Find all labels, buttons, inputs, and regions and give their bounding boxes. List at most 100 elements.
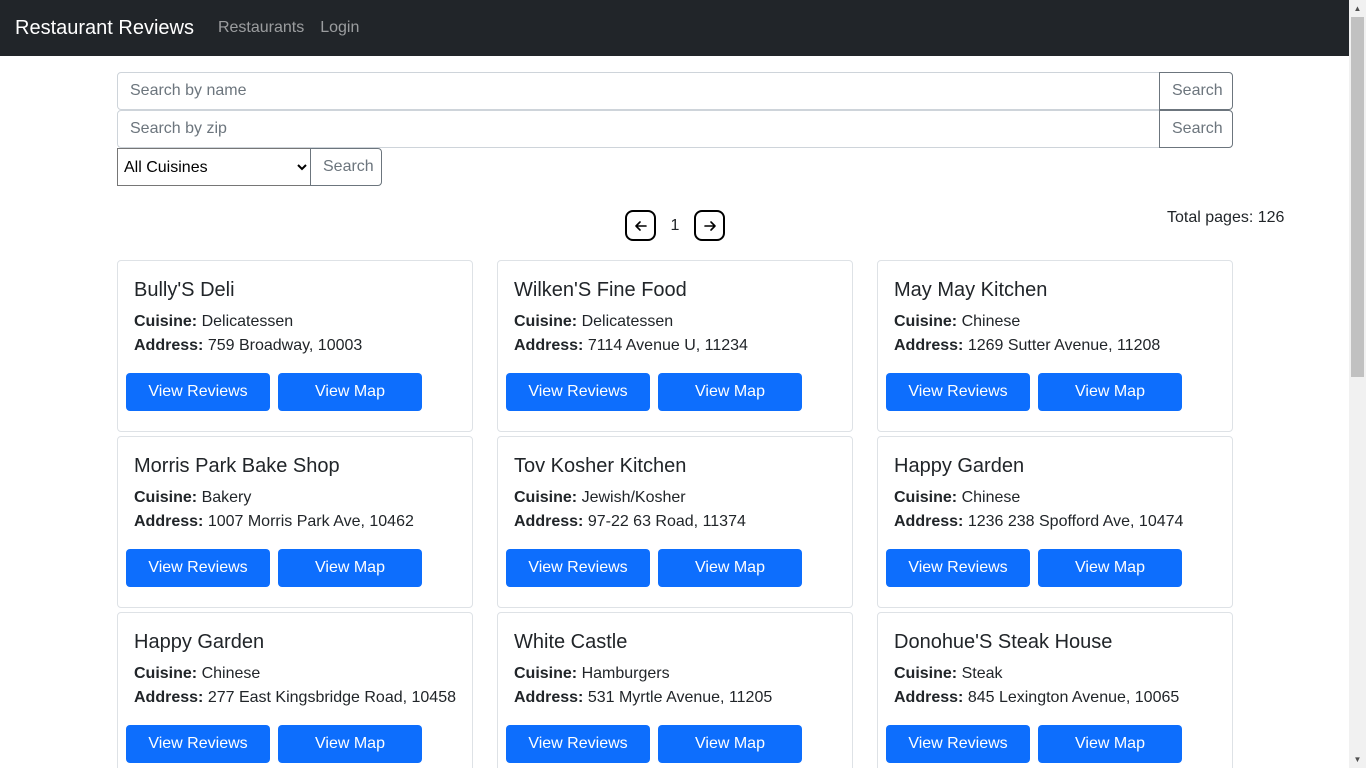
view-map-button[interactable]: View Map xyxy=(278,725,422,763)
cuisine-select[interactable]: All Cuisines xyxy=(117,148,311,186)
cuisine-line: Cuisine: Hamburgers xyxy=(514,665,670,683)
arrow-left-icon xyxy=(634,220,647,231)
address-value: 7114 Avenue U, 11234 xyxy=(587,337,748,354)
view-map-button[interactable]: View Map xyxy=(1038,725,1182,763)
cuisine-label: Cuisine: xyxy=(894,313,958,330)
address-line: Address: 1269 Sutter Avenue, 11208 xyxy=(894,337,1160,355)
cuisine-line: Cuisine: Steak xyxy=(894,665,1003,683)
address-line: Address: 97-22 63 Road, 11374 xyxy=(514,513,746,531)
restaurant-card: Happy Garden Cuisine: Chinese Address: 2… xyxy=(117,612,473,768)
prev-page-button[interactable] xyxy=(625,210,656,241)
restaurant-card: Bully'S Deli Cuisine: Delicatessen Addre… xyxy=(117,260,473,432)
address-line: Address: 277 East Kingsbridge Road, 1045… xyxy=(134,689,456,707)
cuisine-value: Bakery xyxy=(201,489,252,506)
cuisine-value: Jewish/Kosher xyxy=(581,489,686,506)
restaurant-card: May May Kitchen Cuisine: Chinese Address… xyxy=(877,260,1233,432)
cuisine-line: Cuisine: Chinese xyxy=(894,313,1020,331)
scrollbar[interactable]: ▲ ▼ xyxy=(1349,0,1366,768)
view-reviews-button[interactable]: View Reviews xyxy=(506,725,650,763)
restaurant-card: Happy Garden Cuisine: Chinese Address: 1… xyxy=(877,436,1233,608)
view-map-button[interactable]: View Map xyxy=(658,725,802,763)
address-label: Address: xyxy=(894,337,964,354)
cuisine-line: Cuisine: Chinese xyxy=(134,665,260,683)
address-value: 97-22 63 Road, 11374 xyxy=(587,513,746,530)
address-line: Address: 1236 238 Spofford Ave, 10474 xyxy=(894,513,1183,531)
cuisine-label: Cuisine: xyxy=(134,489,198,506)
scroll-down-arrow-icon[interactable]: ▼ xyxy=(1349,751,1366,768)
address-label: Address: xyxy=(514,513,584,530)
search-name-button[interactable]: Search xyxy=(1159,72,1233,110)
address-line: Address: 531 Myrtle Avenue, 11205 xyxy=(514,689,772,707)
address-line: Address: 7114 Avenue U, 11234 xyxy=(514,337,748,355)
address-label: Address: xyxy=(894,513,964,530)
restaurant-name: Wilken'S Fine Food xyxy=(514,279,687,301)
view-map-button[interactable]: View Map xyxy=(658,549,802,587)
total-pages: Total pages: 126 xyxy=(1167,209,1285,226)
cuisine-line: Cuisine: Jewish/Kosher xyxy=(514,489,686,507)
scroll-thumb[interactable] xyxy=(1351,17,1364,377)
cuisine-value: Chinese xyxy=(201,665,261,682)
pagination: 1 xyxy=(625,210,725,241)
view-reviews-button[interactable]: View Reviews xyxy=(126,725,270,763)
restaurant-name: May May Kitchen xyxy=(894,279,1048,301)
cuisine-group: All Cuisines Search xyxy=(117,148,382,186)
cuisine-line: Cuisine: Bakery xyxy=(134,489,251,507)
address-value: 1269 Sutter Avenue, 11208 xyxy=(967,337,1161,354)
address-value: 1236 238 Spofford Ave, 10474 xyxy=(967,513,1184,530)
address-value: 531 Myrtle Avenue, 11205 xyxy=(587,689,773,706)
restaurant-name: White Castle xyxy=(514,631,628,653)
view-reviews-button[interactable]: View Reviews xyxy=(126,373,270,411)
nav-link-login[interactable]: Login xyxy=(320,19,359,37)
view-reviews-button[interactable]: View Reviews xyxy=(126,549,270,587)
address-label: Address: xyxy=(514,337,584,354)
cuisine-line: Cuisine: Chinese xyxy=(894,489,1020,507)
address-label: Address: xyxy=(894,689,964,706)
restaurant-name: Morris Park Bake Shop xyxy=(134,455,340,477)
cuisine-line: Cuisine: Delicatessen xyxy=(514,313,673,331)
nav-link-restaurants[interactable]: Restaurants xyxy=(218,19,304,37)
cuisine-label: Cuisine: xyxy=(514,313,578,330)
address-label: Address: xyxy=(514,689,584,706)
view-map-button[interactable]: View Map xyxy=(278,549,422,587)
cuisine-label: Cuisine: xyxy=(134,665,198,682)
view-reviews-button[interactable]: View Reviews xyxy=(886,549,1030,587)
view-reviews-button[interactable]: View Reviews xyxy=(886,373,1030,411)
view-reviews-button[interactable]: View Reviews xyxy=(506,549,650,587)
address-label: Address: xyxy=(134,513,204,530)
scroll-up-arrow-icon[interactable]: ▲ xyxy=(1349,0,1366,17)
restaurant-card: Morris Park Bake Shop Cuisine: Bakery Ad… xyxy=(117,436,473,608)
view-map-button[interactable]: View Map xyxy=(658,373,802,411)
address-value: 277 East Kingsbridge Road, 10458 xyxy=(207,689,456,706)
search-zip-input[interactable] xyxy=(117,110,1160,148)
search-zip-button[interactable]: Search xyxy=(1159,110,1233,148)
cuisine-label: Cuisine: xyxy=(134,313,198,330)
restaurant-name: Donohue'S Steak House xyxy=(894,631,1113,653)
cuisine-value: Steak xyxy=(961,665,1003,682)
arrow-right-icon xyxy=(703,220,716,231)
view-map-button[interactable]: View Map xyxy=(1038,549,1182,587)
brand[interactable]: Restaurant Reviews xyxy=(15,17,194,40)
address-label: Address: xyxy=(134,689,204,706)
address-label: Address: xyxy=(134,337,204,354)
search-zip-group: Search xyxy=(117,110,1233,148)
cuisine-label: Cuisine: xyxy=(894,489,958,506)
address-value: 759 Broadway, 10003 xyxy=(207,337,363,354)
address-line: Address: 1007 Morris Park Ave, 10462 xyxy=(134,513,414,531)
cuisine-search-button[interactable]: Search xyxy=(310,148,382,186)
restaurant-name: Tov Kosher Kitchen xyxy=(514,455,687,477)
view-reviews-button[interactable]: View Reviews xyxy=(506,373,650,411)
search-name-input[interactable] xyxy=(117,72,1160,110)
restaurant-card: Donohue'S Steak House Cuisine: Steak Add… xyxy=(877,612,1233,768)
cuisine-line: Cuisine: Delicatessen xyxy=(134,313,293,331)
navbar: Restaurant Reviews Restaurants Login xyxy=(0,0,1349,56)
cuisine-value: Chinese xyxy=(961,489,1021,506)
view-map-button[interactable]: View Map xyxy=(278,373,422,411)
cuisine-label: Cuisine: xyxy=(894,665,958,682)
view-map-button[interactable]: View Map xyxy=(1038,373,1182,411)
restaurant-card: Tov Kosher Kitchen Cuisine: Jewish/Koshe… xyxy=(497,436,853,608)
view-reviews-button[interactable]: View Reviews xyxy=(886,725,1030,763)
address-value: 845 Lexington Avenue, 10065 xyxy=(967,689,1180,706)
cuisine-value: Chinese xyxy=(961,313,1021,330)
cuisine-value: Delicatessen xyxy=(201,313,294,330)
next-page-button[interactable] xyxy=(694,210,725,241)
